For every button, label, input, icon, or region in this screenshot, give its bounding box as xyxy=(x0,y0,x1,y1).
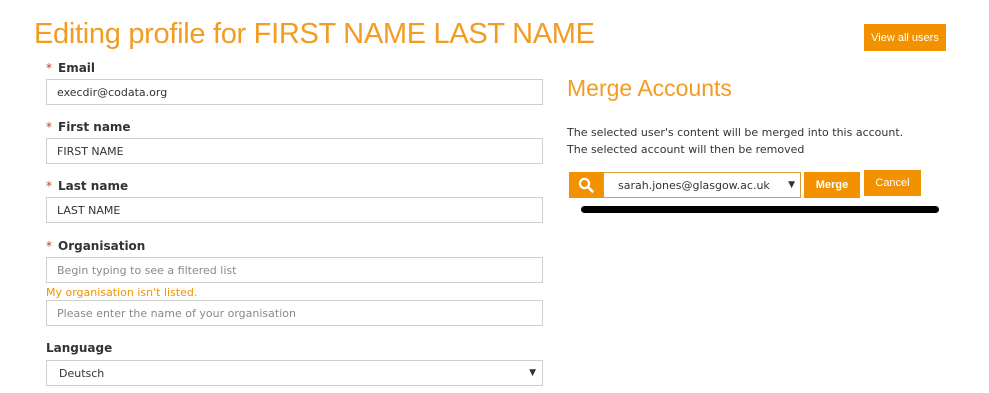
chevron-down-icon: ▼ xyxy=(788,180,795,190)
last-name-field[interactable] xyxy=(46,197,543,223)
last-name-label-text: Last name xyxy=(58,179,129,193)
language-label: Language xyxy=(46,341,113,355)
merge-user-select[interactable]: sarah.jones@glasgow.ac.uk ▼ xyxy=(603,172,801,198)
chevron-down-icon: ▼ xyxy=(529,368,536,378)
merge-accounts-title: Merge Accounts xyxy=(567,75,732,101)
cancel-button[interactable]: Cancel xyxy=(864,170,921,196)
first-name-field[interactable] xyxy=(46,138,543,164)
last-name-label: * Last name xyxy=(46,179,128,193)
first-name-label: * First name xyxy=(46,120,131,134)
required-marker: * xyxy=(46,239,52,253)
email-label: * Email xyxy=(46,61,95,75)
search-icon xyxy=(578,177,594,193)
required-marker: * xyxy=(46,179,52,193)
merge-description-line2: The selected account will then be remove… xyxy=(567,143,805,156)
email-field[interactable] xyxy=(46,79,543,105)
organisation-not-listed-link[interactable]: My organisation isn't listed. xyxy=(46,286,197,299)
search-button[interactable] xyxy=(569,172,603,198)
required-marker: * xyxy=(46,61,52,75)
email-label-text: Email xyxy=(58,61,96,75)
page-title: Editing profile for FIRST NAME LAST NAME xyxy=(34,18,595,50)
view-all-users-button[interactable]: View all users xyxy=(864,24,946,51)
organisation-name-input[interactable] xyxy=(46,300,543,326)
first-name-label-text: First name xyxy=(58,120,131,134)
language-select[interactable]: Deutsch ▼ xyxy=(46,360,543,386)
organisation-search-input[interactable] xyxy=(46,257,543,283)
organisation-label-text: Organisation xyxy=(58,239,146,253)
merge-button[interactable]: Merge xyxy=(804,172,860,198)
merge-description-line1: The selected user's content will be merg… xyxy=(567,126,904,139)
required-marker: * xyxy=(46,120,52,134)
redaction-bar xyxy=(581,206,939,213)
organisation-label: * Organisation xyxy=(46,239,145,253)
merge-user-selected-value: sarah.jones@glasgow.ac.uk xyxy=(618,178,770,192)
language-selected-value: Deutsch xyxy=(59,366,105,380)
